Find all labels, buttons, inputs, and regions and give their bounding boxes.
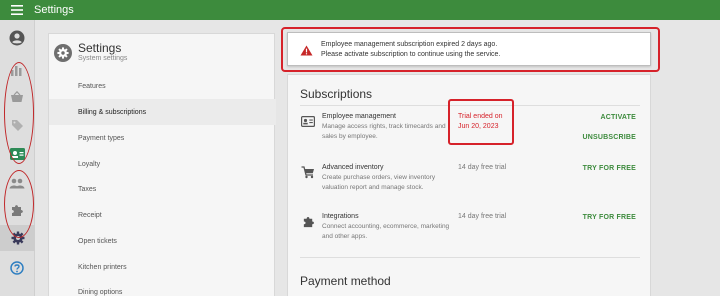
help-icon — [10, 261, 24, 275]
nav-item-features[interactable]: Features — [49, 73, 276, 99]
menu-button[interactable] — [0, 0, 34, 20]
people-icon — [9, 178, 25, 189]
payment-method-title: Payment method — [300, 274, 391, 288]
nav-item-loyalty[interactable]: Loyalty — [49, 151, 276, 177]
try-for-free-inventory-button[interactable]: TRY FOR FREE — [583, 165, 636, 172]
trial-status-inventory: 14 day free trial — [458, 164, 507, 171]
nav-item-taxes[interactable]: Taxes — [49, 176, 276, 202]
app-bar-title: Settings — [34, 4, 74, 16]
activate-button[interactable]: ACTIVATE — [600, 114, 636, 121]
alert-instruction: Please activate subscription to continue… — [321, 51, 501, 58]
top-app-bar: Settings — [0, 0, 720, 20]
hamburger-icon — [11, 5, 23, 15]
divider — [300, 105, 640, 106]
subscription-desc-employee: Manage access rights, track timecards an… — [322, 123, 446, 140]
warning-icon — [300, 45, 313, 56]
rail-reports[interactable] — [7, 60, 27, 80]
trial-status-integrations: 14 day free trial — [458, 213, 507, 220]
rail-settings[interactable] — [0, 225, 35, 251]
settings-subtitle: System settings — [78, 55, 128, 62]
navigation-rail — [0, 20, 35, 296]
badge-icon — [300, 113, 316, 129]
settings-nav-card: Settings System settings Features Billin… — [48, 33, 276, 296]
nav-item-open-tickets[interactable]: Open tickets — [49, 228, 276, 254]
settings-gear-icon — [54, 44, 72, 62]
subscriptions-card: Subscriptions Employee management Manage… — [287, 74, 651, 296]
unsubscribe-button[interactable]: UNSUBSCRIBE — [582, 134, 636, 141]
rail-help[interactable] — [7, 258, 27, 278]
nav-item-dining-options[interactable]: Dining options — [49, 279, 276, 296]
subscription-expired-alert: Employee management subscription expired… — [287, 32, 651, 66]
rail-customers[interactable] — [7, 173, 27, 193]
subscription-name-integrations: Integrations — [322, 213, 359, 220]
trial-ended-label: Trial ended on — [458, 113, 503, 120]
puzzle-icon — [300, 213, 316, 229]
divider — [300, 257, 640, 258]
tag-icon — [12, 120, 23, 131]
alert-message: Employee management subscription expired… — [321, 41, 498, 48]
nav-item-receipt[interactable]: Receipt — [49, 202, 276, 228]
rail-integrations[interactable] — [7, 200, 27, 220]
nav-item-billing[interactable]: Billing & subscriptions — [49, 99, 276, 125]
trial-ended-date: Jun 20, 2023 — [458, 123, 499, 130]
rail-items[interactable] — [7, 115, 27, 135]
account-icon — [9, 30, 25, 46]
gear-icon — [11, 231, 24, 245]
subscriptions-title: Subscriptions — [300, 87, 373, 101]
subscription-desc-integrations: Connect accounting, ecommerce, marketing… — [322, 223, 450, 240]
nav-item-payment-types[interactable]: Payment types — [49, 125, 276, 151]
settings-header: Settings System settings — [49, 34, 276, 66]
subscription-desc-inventory: Create purchase orders, view inventory v… — [322, 174, 436, 191]
settings-title: Settings — [78, 41, 122, 55]
basket-icon — [11, 91, 23, 102]
try-for-free-integrations-button[interactable]: TRY FOR FREE — [583, 214, 636, 221]
subscription-name-employee: Employee management — [322, 113, 396, 120]
rail-employees[interactable] — [7, 144, 27, 164]
rail-sales[interactable] — [7, 87, 27, 107]
bar-chart-icon — [11, 66, 22, 76]
subscription-name-inventory: Advanced inventory — [322, 164, 384, 171]
cart-icon — [300, 164, 316, 180]
id-card-icon — [9, 148, 25, 160]
rail-account[interactable] — [7, 28, 27, 48]
puzzle-icon — [12, 205, 23, 216]
nav-item-kitchen-printers[interactable]: Kitchen printers — [49, 254, 276, 280]
